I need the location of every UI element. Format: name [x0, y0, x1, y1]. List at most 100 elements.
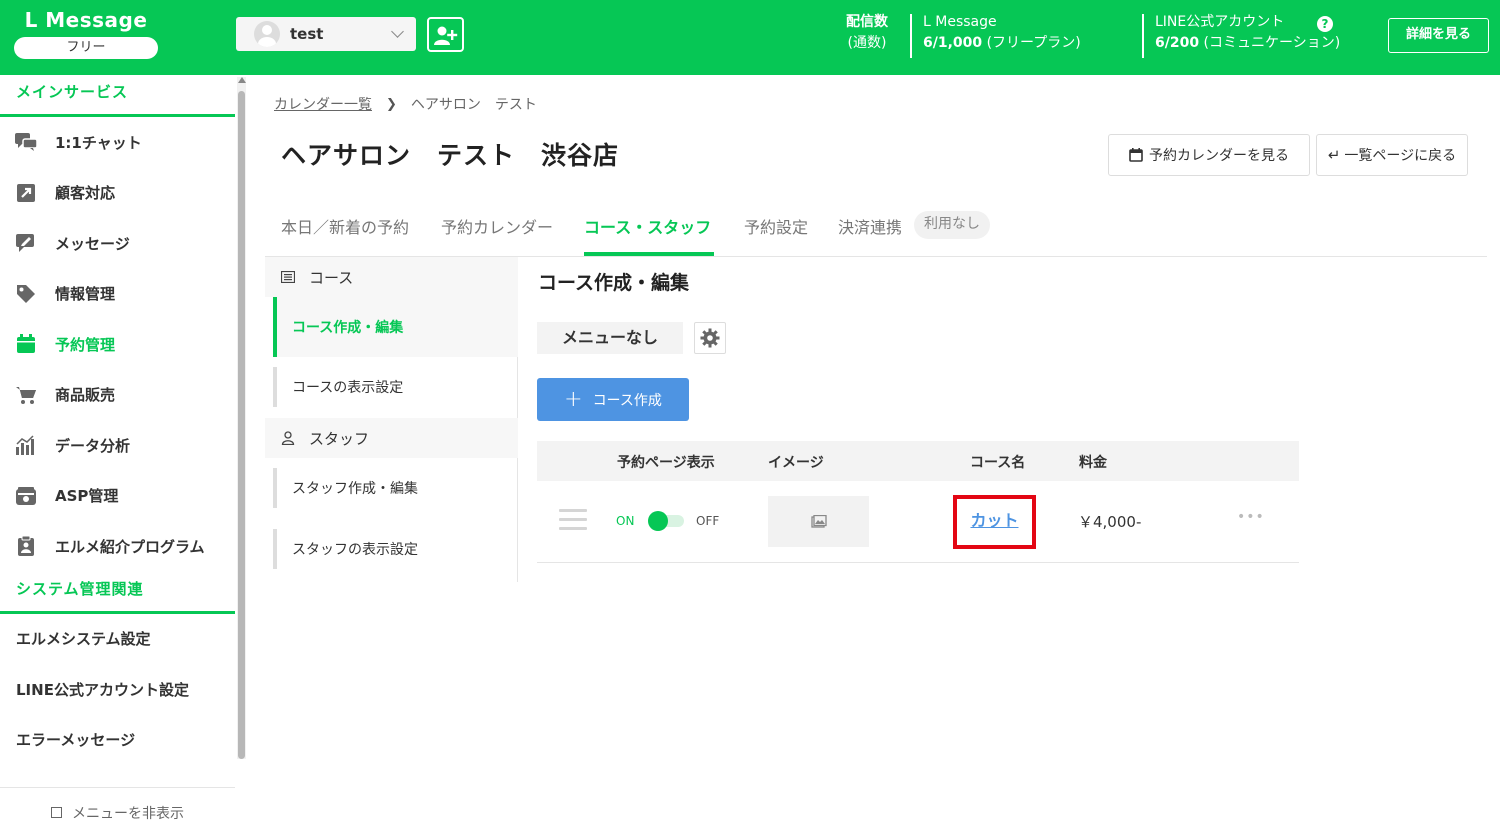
- list-icon: [281, 271, 297, 283]
- sidebar: メインサービス 1:1チャット 顧客対応 メッセージ 情報管理 予約管理 商品販: [0, 75, 250, 837]
- detail-button[interactable]: 詳細を見る: [1388, 18, 1489, 53]
- sidebar-item-message[interactable]: メッセージ: [0, 218, 235, 269]
- sidebar-item-label: 情報管理: [55, 285, 116, 304]
- breadcrumb-current: ヘアサロン テスト: [410, 97, 537, 113]
- delivery-count-label: 配信数 (通数): [846, 12, 888, 54]
- view-calendar-button[interactable]: 予約カレンダーを見る: [1108, 134, 1310, 176]
- sidebar-item-info[interactable]: 情報管理: [0, 269, 235, 320]
- image-placeholder-icon: [810, 515, 827, 528]
- calendar-icon: [1129, 148, 1143, 162]
- tab-bar: 本日／新着の予約 予約カレンダー コース・スタッフ 予約設定 決済連携: [265, 204, 1487, 257]
- collapse-icon: [51, 807, 62, 818]
- scroll-up-icon[interactable]: [237, 77, 246, 83]
- lmessage-usage: L Message 6/1,000 (フリープラン): [923, 12, 1081, 54]
- line-plan: (コミュニケーション): [1199, 35, 1341, 51]
- content-title: コース作成・編集: [538, 272, 690, 294]
- chevron-right-icon: ❯: [386, 96, 397, 112]
- add-account-button[interactable]: [427, 17, 464, 52]
- sidebar-item-error-message[interactable]: エラーメッセージ: [0, 715, 235, 766]
- create-course-label: コース作成: [592, 392, 662, 409]
- subnav-head-label: コース: [309, 268, 354, 287]
- help-icon[interactable]: ?: [1317, 16, 1333, 32]
- course-name-link[interactable]: カット: [953, 495, 1036, 549]
- sidebar-item-system-settings[interactable]: エルメシステム設定: [0, 614, 235, 665]
- tab-payment[interactable]: 決済連携: [838, 214, 902, 238]
- course-table: 予約ページ表示 イメージ コース名 料金 ON OFF カット ￥4,000- …: [537, 441, 1299, 563]
- menu-chip: メニューなし: [537, 322, 683, 354]
- breadcrumb-link[interactable]: カレンダー一覧: [274, 94, 372, 114]
- line-usage: LINE公式アカウント 6/200 (コミュニケーション): [1155, 12, 1340, 54]
- logo[interactable]: L Message フリー: [14, 8, 158, 59]
- drag-handle-icon[interactable]: [559, 509, 587, 536]
- more-options-icon[interactable]: •••: [1237, 509, 1265, 525]
- header-divider: [1142, 14, 1144, 58]
- tab-today[interactable]: 本日／新着の予約: [281, 214, 409, 238]
- sidebar-item-label: LINE公式アカウント設定: [16, 680, 189, 699]
- sidebar-item-label: 商品販売: [55, 386, 116, 405]
- sidebar-item-chat[interactable]: 1:1チャット: [0, 117, 235, 168]
- delivery-sublabel: (通数): [847, 35, 887, 51]
- calendar-icon: [14, 333, 38, 355]
- col-image: イメージ: [768, 455, 824, 471]
- add-user-icon: [434, 26, 458, 45]
- create-course-button[interactable]: + コース作成: [537, 378, 689, 421]
- sidebar-item-label: 予約管理: [55, 335, 116, 354]
- sidebar-item-label: データ分析: [55, 436, 131, 455]
- sidebar-item-analytics[interactable]: データ分析: [0, 420, 235, 471]
- subnav-staff-display[interactable]: スタッフの表示設定: [273, 529, 518, 569]
- breadcrumb: カレンダー一覧 ❯ ヘアサロン テスト: [274, 94, 537, 114]
- plus-icon: +: [564, 386, 583, 412]
- top-header: L Message フリー test 配信数 (通数) L Message 6/…: [0, 0, 1500, 75]
- page-title: ヘアサロン テスト 渋谷店: [281, 141, 620, 170]
- payment-status-badge: 利用なし: [914, 211, 990, 239]
- subnav-course-display[interactable]: コースの表示設定: [273, 367, 518, 407]
- tab-course-staff[interactable]: コース・スタッフ: [584, 214, 711, 238]
- subnav: コース コース作成・編集 コースの表示設定 スタッフ スタッフ作成・編集 スタッ…: [265, 257, 518, 582]
- lmessage-plan: (フリープラン): [982, 35, 1081, 51]
- subnav-head-staff: スタッフ: [265, 418, 518, 458]
- lmessage-label: L Message: [923, 14, 997, 30]
- sidebar-item-reservation[interactable]: 予約管理: [0, 319, 235, 370]
- display-toggle[interactable]: [646, 511, 684, 531]
- account-name: test: [290, 25, 324, 43]
- sidebar-item-sales[interactable]: 商品販売: [0, 370, 235, 421]
- tab-calendar[interactable]: 予約カレンダー: [441, 214, 553, 238]
- back-to-list-button[interactable]: ↵ 一覧ページに戻る: [1316, 134, 1468, 176]
- back-to-list-label: 一覧ページに戻る: [1344, 148, 1457, 164]
- hide-menu-label: メニューを非表示: [72, 805, 184, 822]
- line-label: LINE公式アカウント: [1155, 14, 1285, 30]
- tab-reservation-settings[interactable]: 予約設定: [744, 214, 808, 238]
- subnav-course-edit[interactable]: コース作成・編集: [273, 297, 518, 357]
- course-image[interactable]: [768, 496, 869, 547]
- message-edit-icon: [14, 232, 38, 254]
- sidebar-item-label: メッセージ: [55, 234, 130, 253]
- line-count: 6/200: [1155, 35, 1200, 51]
- lmessage-count: 6/1,000: [923, 35, 983, 51]
- account-select[interactable]: test: [236, 17, 416, 51]
- header-divider: [910, 14, 912, 58]
- sidebar-item-customer[interactable]: 顧客対応: [0, 168, 235, 219]
- sidebar-scrollbar[interactable]: [237, 77, 246, 759]
- hide-menu-button[interactable]: メニューを非表示: [0, 787, 235, 837]
- sidebar-item-referral[interactable]: エルメ紹介プログラム: [0, 521, 235, 572]
- menu-settings-button[interactable]: [694, 322, 726, 354]
- toggle-on-label: ON: [616, 514, 635, 528]
- avatar: [254, 21, 280, 47]
- subnav-head-label: スタッフ: [309, 429, 370, 448]
- subnav-staff-edit[interactable]: スタッフ作成・編集: [273, 468, 518, 508]
- clipboard-user-icon: [14, 535, 38, 557]
- sidebar-item-label: 1:1チャット: [55, 133, 142, 152]
- table-header: 予約ページ表示 イメージ コース名 料金: [537, 441, 1299, 481]
- return-icon: ↵: [1327, 146, 1341, 164]
- asp-icon: [14, 485, 38, 507]
- section-system: システム管理関連: [0, 572, 235, 614]
- arrow-out-icon: [14, 182, 38, 204]
- user-icon: [281, 431, 297, 445]
- sidebar-item-label: エルメ紹介プログラム: [55, 537, 205, 556]
- scrollbar-thumb[interactable]: [238, 91, 245, 759]
- gear-icon: [700, 328, 720, 348]
- sidebar-item-line-settings[interactable]: LINE公式アカウント設定: [0, 664, 235, 715]
- sidebar-item-asp[interactable]: ASP管理: [0, 471, 235, 522]
- delivery-label: 配信数: [846, 14, 888, 30]
- line-value: 6/200 (コミュニケーション): [1155, 32, 1340, 54]
